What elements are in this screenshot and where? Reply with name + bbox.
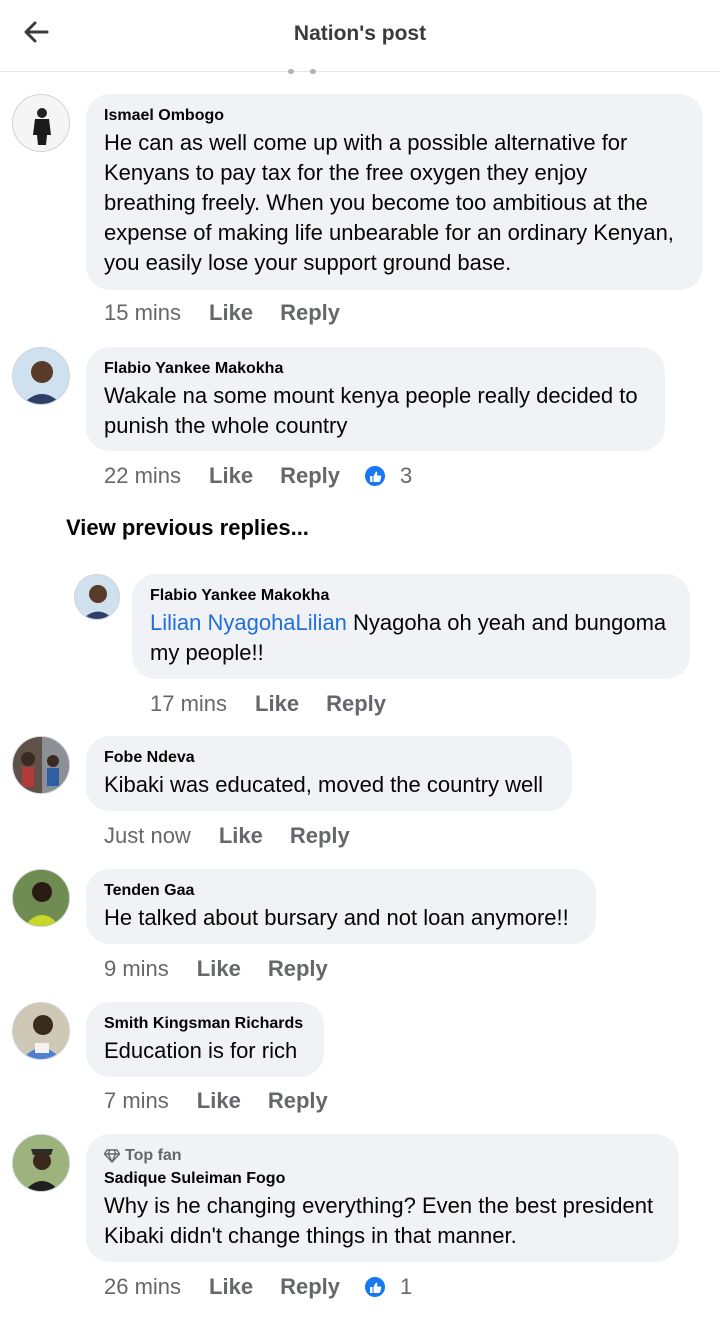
- top-bar: Nation's post: [0, 0, 720, 74]
- comment-text: Wakale na some mount kenya people really…: [104, 383, 638, 438]
- like-button[interactable]: Like: [197, 1087, 241, 1115]
- reply-button[interactable]: Reply: [326, 690, 386, 718]
- comment-actions: 7 mins Like Reply: [104, 1087, 328, 1115]
- comment-text: He can as well come up with a possible a…: [104, 130, 674, 275]
- avatar[interactable]: [12, 94, 70, 152]
- comment-actions: 9 mins Like Reply: [104, 955, 328, 983]
- reaction-summary[interactable]: 3: [364, 462, 412, 490]
- reply-bubble: Flabio Yankee Makokha Lilian NyagohaLili…: [132, 574, 690, 679]
- like-button[interactable]: Like: [219, 822, 263, 850]
- mention-link[interactable]: Lilian NyagohaLilian: [150, 610, 347, 635]
- comment-actions: 22 mins Like Reply 3: [104, 462, 412, 490]
- avatar[interactable]: [12, 1002, 70, 1060]
- avatar[interactable]: [12, 1134, 70, 1192]
- like-button[interactable]: Like: [209, 462, 253, 490]
- comment-bubble: Tenden Gaa He talked about bursary and n…: [86, 869, 596, 944]
- comment-text: Lilian NyagohaLilian Nyagoha oh yeah and…: [150, 610, 667, 665]
- comment-bubble: Smith Kingsman Richards Education is for…: [86, 1002, 324, 1077]
- comment-author[interactable]: Flabio Yankee Makokha: [150, 586, 672, 606]
- reaction-summary[interactable]: 1: [364, 1273, 412, 1301]
- comment-actions: Just now Like Reply: [104, 822, 350, 850]
- comment-text: He talked about bursary and not loan any…: [104, 905, 569, 930]
- comment-author[interactable]: Smith Kingsman Richards: [104, 1014, 306, 1034]
- avatar[interactable]: [74, 574, 120, 620]
- comment-time[interactable]: 22 mins: [104, 462, 181, 490]
- comment-bubble: Ismael Ombogo He can as well come up wit…: [86, 94, 703, 290]
- comment-time[interactable]: 26 mins: [104, 1273, 181, 1301]
- comment-actions: 17 mins Like Reply: [150, 690, 386, 718]
- comment-bubble: Top fan Sadique Suleiman Fogo Why is he …: [86, 1134, 679, 1262]
- comment-bubble: Fobe Ndeva Kibaki was educated, moved th…: [86, 736, 572, 811]
- top-fan-label: Top fan: [125, 1147, 182, 1164]
- thumbs-up-icon: [364, 465, 386, 487]
- comment-author[interactable]: Flabio Yankee Makokha: [104, 359, 647, 379]
- comment-time[interactable]: Just now: [104, 822, 191, 850]
- page-title: Nation's post: [293, 22, 427, 45]
- avatar[interactable]: [12, 869, 70, 927]
- thumbs-up-icon: [364, 1276, 386, 1298]
- cut-off-text: [270, 60, 330, 74]
- comment-author[interactable]: Ismael Ombogo: [104, 106, 685, 126]
- avatar[interactable]: [12, 736, 70, 794]
- avatar[interactable]: [12, 347, 70, 405]
- comment-author[interactable]: Sadique Suleiman Fogo: [104, 1169, 661, 1189]
- top-fan-badge: Top fan: [104, 1146, 661, 1166]
- comment-bubble: Flabio Yankee Makokha Wakale na some mou…: [86, 347, 665, 451]
- reaction-count: 1: [400, 1274, 413, 1299]
- reply-button[interactable]: Reply: [268, 955, 328, 983]
- comment-author[interactable]: Fobe Ndeva: [104, 748, 554, 768]
- reply-button[interactable]: Reply: [290, 822, 350, 850]
- comment-time[interactable]: 7 mins: [104, 1087, 169, 1115]
- like-button[interactable]: Like: [209, 299, 253, 327]
- comment-text: Education is for rich: [104, 1038, 298, 1063]
- comment-text: Kibaki was educated, moved the country w…: [104, 772, 544, 797]
- comment-time[interactable]: 9 mins: [104, 955, 169, 983]
- like-button[interactable]: Like: [255, 690, 299, 718]
- comment-author[interactable]: Tenden Gaa: [104, 881, 578, 901]
- like-button[interactable]: Like: [209, 1273, 253, 1301]
- reply-button[interactable]: Reply: [280, 462, 340, 490]
- reaction-count: 3: [400, 463, 413, 488]
- comment-time[interactable]: 17 mins: [150, 690, 227, 718]
- diamond-icon: [104, 1149, 120, 1163]
- reply-button[interactable]: Reply: [280, 299, 340, 327]
- reply-button[interactable]: Reply: [268, 1087, 328, 1115]
- comment-text: Why is he changing everything? Even the …: [104, 1193, 654, 1248]
- reply-button[interactable]: Reply: [280, 1273, 340, 1301]
- like-button[interactable]: Like: [197, 955, 241, 983]
- comment-actions: 26 mins Like Reply 1: [104, 1273, 412, 1301]
- view-previous-replies-link[interactable]: View previous replies...: [66, 515, 309, 541]
- comment-actions: 15 mins Like Reply: [104, 299, 340, 327]
- comment-time[interactable]: 15 mins: [104, 299, 181, 327]
